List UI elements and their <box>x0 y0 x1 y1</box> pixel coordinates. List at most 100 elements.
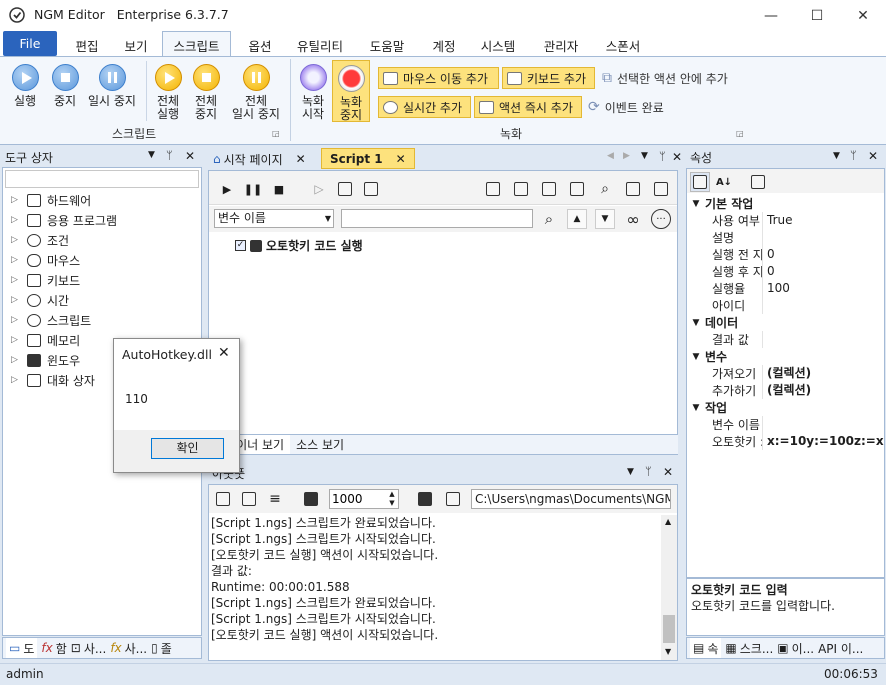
prop-category-task[interactable]: ▼ 작업 <box>687 399 884 416</box>
tree-item-hardware[interactable]: ▷ 하드웨어 <box>11 190 201 210</box>
close-icon[interactable]: ✕ <box>663 465 673 479</box>
step-forward-button[interactable] <box>361 179 381 199</box>
add-realtime-button[interactable]: 실시간 추가 <box>378 96 471 118</box>
menu-tab-system[interactable]: 시스템 <box>479 31 517 56</box>
stop-button[interactable]: ■ <box>269 179 289 199</box>
tab-start-page[interactable]: ⌂ 시작 페이지 ✕ <box>209 149 310 169</box>
run-button[interactable]: 실행 <box>6 64 44 108</box>
minimize-button[interactable]: — <box>748 0 794 31</box>
dialog-ok-button[interactable]: 확인 <box>151 438 224 459</box>
next-button[interactable]: ▼ <box>595 209 615 229</box>
dialog-launcher-icon[interactable]: ◲ <box>736 129 744 138</box>
open-folder-button[interactable] <box>443 489 463 509</box>
delay-stepper[interactable]: ▲ ▼ <box>385 490 399 508</box>
scroll-right-icon[interactable]: ▶ <box>623 151 630 161</box>
prop-value[interactable]: (컬렉션) <box>762 365 884 382</box>
previous-button[interactable]: ▲ <box>567 209 587 229</box>
pin-icon[interactable]: ᛘ <box>645 465 652 478</box>
close-button[interactable]: ✕ <box>840 0 886 31</box>
dialog-launcher-icon[interactable]: ◲ <box>272 129 280 138</box>
menu-tab-help[interactable]: 도움말 <box>367 31 407 56</box>
prop-value[interactable]: 0 <box>762 246 884 263</box>
menu-tab-account[interactable]: 계정 <box>430 31 458 56</box>
prop-row[interactable]: 가져오기 (컬렉션) <box>687 365 884 382</box>
tab-properties[interactable]: ▤ 속 <box>690 638 722 658</box>
prop-value[interactable]: True <box>762 212 884 229</box>
stop-button[interactable]: 중지 <box>46 64 84 108</box>
menu-tab-sponsor[interactable]: 스폰서 <box>603 31 643 56</box>
categorized-button[interactable] <box>690 172 710 192</box>
check-button[interactable] <box>511 179 531 199</box>
menu-tab-view[interactable]: 보기 <box>122 31 150 56</box>
prop-row[interactable]: 아이디 <box>687 297 884 314</box>
close-icon[interactable]: ✕ <box>868 149 878 163</box>
tab-script-list[interactable]: ▦ 스크... <box>725 638 773 658</box>
scroll-down-icon[interactable]: ▼ <box>665 647 671 656</box>
tab-source-view[interactable]: 소스 보기 <box>290 435 350 454</box>
add-keyboard-button[interactable]: 키보드 추가 <box>502 67 595 89</box>
log-scrollbar[interactable]: ▲ ▼ <box>661 515 677 660</box>
screen-button[interactable] <box>651 179 671 199</box>
tab-functions[interactable]: fx 함 <box>41 638 66 658</box>
stop-all-button[interactable]: 전체 중지 <box>188 64 224 121</box>
dialog-close-button[interactable]: ✕ <box>218 345 230 361</box>
toolbox-search-input[interactable] <box>5 170 199 188</box>
record-stop-button[interactable]: 녹화 중지 <box>332 60 370 122</box>
pause-button[interactable]: 일시 중지 <box>84 64 140 108</box>
prop-category-variable[interactable]: ▼ 변수 <box>687 348 884 365</box>
menu-tab-edit[interactable]: 편집 <box>73 31 101 56</box>
sort-alpha-button[interactable]: A↓ <box>714 172 734 192</box>
dropdown-icon[interactable]: ▼ <box>148 150 155 160</box>
close-tab-icon[interactable]: ✕ <box>396 152 406 166</box>
add-action-instant-button[interactable]: 액션 즉시 추가 <box>474 96 582 118</box>
property-pages-button[interactable] <box>748 172 768 192</box>
save-log-button[interactable] <box>415 489 435 509</box>
tree-item-time[interactable]: ▷ 시간 <box>11 290 201 310</box>
log-settings-button[interactable] <box>239 489 259 509</box>
tree-view-button[interactable] <box>623 179 643 199</box>
delete-button[interactable] <box>567 179 587 199</box>
menu-tab-options[interactable]: 옵션 <box>246 31 274 56</box>
scrollbar-thumb[interactable] <box>663 615 675 643</box>
more-button[interactable]: ··· <box>651 209 671 229</box>
uncheck-button[interactable] <box>539 179 559 199</box>
clear-log-button[interactable] <box>213 489 233 509</box>
log-path-field[interactable]: C:\Users\ngmas\Documents\NGM6\ <box>471 489 671 509</box>
prop-row[interactable]: 실행 전 지0 <box>687 246 884 263</box>
search-button[interactable]: ⌕ <box>539 209 559 229</box>
erase-button[interactable] <box>301 489 321 509</box>
tab-user-functions[interactable]: fx 사... <box>110 638 147 658</box>
dropdown-icon[interactable]: ▼ <box>627 467 634 477</box>
prop-row[interactable]: 실행율 100 <box>687 280 884 297</box>
prop-row[interactable]: 변수 이름 <box>687 416 884 433</box>
play-button[interactable]: ▶ <box>217 179 237 199</box>
action-checkbox[interactable]: ✓ <box>235 240 246 251</box>
tab-script-1[interactable]: Script 1 ✕ <box>321 148 415 169</box>
pause-all-button[interactable]: 전체 일시 중지 <box>228 64 284 121</box>
dropdown-icon[interactable]: ▼ <box>833 151 840 161</box>
variable-search-input[interactable] <box>341 209 533 228</box>
prop-value[interactable] <box>762 297 884 314</box>
tab-more[interactable]: ▯ 졸 <box>151 638 172 658</box>
close-tab-icon[interactable]: ✕ <box>296 152 306 166</box>
tab-api[interactable]: API 이... <box>818 638 863 658</box>
tree-item-script[interactable]: ▷ 스크립트 <box>11 310 201 330</box>
scroll-up-icon[interactable]: ▲ <box>665 517 671 526</box>
tree-item-application[interactable]: ▷ 응용 프로그램 <box>11 210 201 230</box>
close-icon[interactable]: ✕ <box>185 149 195 163</box>
add-mouse-move-button[interactable]: 마우스 이동 추가 <box>378 67 499 89</box>
scroll-left-icon[interactable]: ◀ <box>607 151 614 161</box>
pin-icon[interactable]: ᛘ <box>850 149 857 162</box>
add-inside-selected-action-button[interactable]: ⧉ 선택한 액션 안에 추가 <box>598 67 748 89</box>
file-menu[interactable]: File <box>3 31 57 56</box>
prop-category-data[interactable]: ▼ 데이터 <box>687 314 884 331</box>
step-play-box-button[interactable] <box>335 179 355 199</box>
close-icon[interactable]: ✕ <box>672 150 682 164</box>
tab-user[interactable]: ⊡ 사... <box>71 638 107 658</box>
step-play-button[interactable]: ▷ <box>309 179 329 199</box>
pin-icon[interactable]: ᛘ <box>659 150 666 163</box>
tree-item-condition[interactable]: ▷ 조건 <box>11 230 201 250</box>
record-start-button[interactable]: 녹화 시작 <box>296 64 330 121</box>
prop-row[interactable]: 설명 <box>687 229 884 246</box>
event-complete-button[interactable]: ⟳ 이벤트 완료 <box>584 96 684 118</box>
